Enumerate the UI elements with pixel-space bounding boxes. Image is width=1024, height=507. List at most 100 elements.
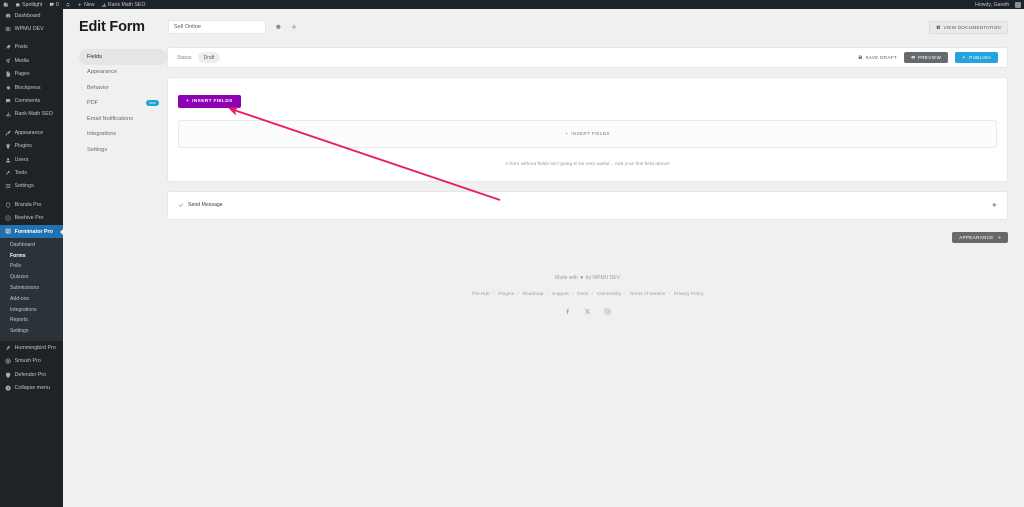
- sidebar-item-appearance[interactable]: Appearance: [0, 126, 63, 139]
- tab-email-notifications[interactable]: Email Notifications: [79, 111, 167, 127]
- sidebar-label: Dashboard: [14, 12, 41, 19]
- smush-icon: [5, 358, 11, 364]
- submenu-item-quizzes[interactable]: Quizzes: [0, 273, 63, 284]
- bottom-nav-row: APPEARANCE: [167, 220, 1008, 244]
- sidebar-item-pages[interactable]: Pages: [0, 68, 63, 81]
- publish-button[interactable]: PUBLISH: [955, 51, 998, 64]
- updates-button[interactable]: [62, 0, 74, 9]
- sidebar-item-branda-pro[interactable]: Branda Pro: [0, 198, 63, 211]
- footer-link-roadmap[interactable]: Roadmap: [523, 292, 544, 297]
- submenu-item-integrations[interactable]: Integrations: [0, 305, 63, 316]
- preview-button[interactable]: PREVIEW: [903, 51, 949, 64]
- new-content-button[interactable]: New: [74, 0, 98, 9]
- insert-fields-dropzone[interactable]: + INSERT FIELDS: [178, 119, 997, 148]
- tab-pdf[interactable]: PDF New: [79, 96, 167, 112]
- sidebar-item-plugins[interactable]: Plugins: [0, 140, 63, 153]
- plus-icon: +: [186, 99, 190, 104]
- x-twitter-icon[interactable]: [584, 308, 591, 315]
- sidebar-label: Beehive Pro: [14, 215, 44, 222]
- footer-link-plugins[interactable]: Plugins: [498, 292, 514, 297]
- footer-link-terms-of-service[interactable]: Terms of Service: [630, 292, 666, 297]
- footer-link-support[interactable]: Support: [552, 292, 569, 297]
- footer-link-docs[interactable]: Docs: [577, 292, 588, 297]
- sidebar-item-forminator-pro[interactable]: Forminator Pro: [0, 224, 63, 239]
- submenu-item-settings[interactable]: Settings: [0, 327, 63, 338]
- tab-behavior[interactable]: Behavior: [79, 80, 167, 96]
- submenu-item-polls[interactable]: Polls: [0, 262, 63, 273]
- sidebar-label: Blockpress: [14, 84, 41, 91]
- media-icon: [5, 58, 11, 64]
- book-icon: [936, 25, 941, 30]
- facebook-icon[interactable]: [564, 308, 571, 315]
- wp-admin-bar: Spotlight 0 New Rank Math SEO Howdy, Gar…: [0, 0, 1024, 9]
- footer-link-the-hub[interactable]: The Hub: [471, 292, 489, 297]
- appearance-next-button[interactable]: APPEARANCE: [952, 231, 1008, 244]
- my-account-button[interactable]: Howdy, Gareth: [972, 0, 1013, 9]
- page-title: Edit Form: [79, 19, 145, 35]
- page-icon: [5, 71, 11, 77]
- sidebar-label: Plugins: [14, 143, 32, 150]
- settings-tabs: Fields Appearance Behavior PDF New Email…: [79, 47, 167, 315]
- sidebar-item-blockpress[interactable]: Blockpress: [0, 81, 63, 94]
- publish-icon: [962, 55, 966, 60]
- form-settings-gear-icon[interactable]: [274, 23, 282, 31]
- site-name-button[interactable]: Spotlight: [12, 0, 46, 9]
- sidebar-item-beehive-pro[interactable]: Beehive Pro: [0, 211, 63, 224]
- tab-settings[interactable]: Settings: [79, 142, 167, 158]
- tab-label: Behavior: [87, 84, 110, 91]
- add-form-plus-icon[interactable]: [290, 23, 298, 31]
- comments-bubble-button[interactable]: 0: [46, 0, 62, 9]
- admin-sidebar: Dashboard WPMU DEV Posts Media Pages Blo…: [0, 9, 63, 507]
- hummingbird-icon: [5, 345, 11, 351]
- submenu-item-reports[interactable]: Reports: [0, 316, 63, 327]
- sidebar-item-settings[interactable]: Settings: [0, 180, 63, 193]
- view-documentation-button[interactable]: VIEW DOCUMENTATION: [929, 20, 1008, 34]
- sidebar-item-defender-pro[interactable]: Defender Pro: [0, 368, 63, 381]
- tab-integrations[interactable]: Integrations: [79, 127, 167, 143]
- form-name-input[interactable]: Sell Online: [167, 20, 266, 34]
- tab-fields[interactable]: Fields: [79, 49, 167, 65]
- sidebar-item-dashboard[interactable]: Dashboard: [0, 9, 63, 22]
- submenu-item-dashboard[interactable]: Dashboard: [0, 240, 63, 251]
- sidebar-item-rank-math-seo[interactable]: Rank Math SEO: [0, 108, 63, 121]
- sidebar-item-collapse-menu[interactable]: Collapse menu: [0, 381, 63, 394]
- main-content: Edit Form Sell Online VIEW DOCUMENTATION…: [63, 9, 1024, 507]
- sidebar-label: Appearance: [14, 129, 44, 136]
- sidebar-item-hummingbird-pro[interactable]: Hummingbird Pro: [0, 341, 63, 354]
- status-bar-actions: SAVE DRAFT PREVIEW PUBLISH: [858, 51, 998, 64]
- branda-icon: [5, 202, 11, 208]
- sidebar-label: Defender Pro: [14, 371, 47, 378]
- submenu-item-submissions[interactable]: Submissions: [0, 283, 63, 294]
- instagram-icon[interactable]: [604, 308, 611, 315]
- social-links: [167, 308, 1008, 315]
- wp-logo-button[interactable]: [0, 0, 12, 9]
- sidebar-item-posts[interactable]: Posts: [0, 41, 63, 54]
- footer-link-privacy-policy[interactable]: Privacy Policy: [674, 292, 704, 297]
- tab-label: PDF: [87, 100, 99, 107]
- tab-appearance[interactable]: Appearance: [79, 65, 167, 81]
- rank-math-label: Rank Math SEO: [107, 1, 146, 8]
- submenu-item-add-ons[interactable]: Add-ons: [0, 294, 63, 305]
- sidebar-label: Media: [14, 57, 30, 64]
- rank-math-seo-button[interactable]: Rank Math SEO: [98, 0, 149, 9]
- separator: /: [624, 292, 626, 298]
- sidebar-item-tools[interactable]: Tools: [0, 166, 63, 179]
- save-draft-button[interactable]: SAVE DRAFT: [858, 52, 897, 64]
- sidebar-item-comments[interactable]: Comments: [0, 94, 63, 107]
- separator: /: [546, 292, 549, 298]
- tab-label: Integrations: [87, 131, 117, 138]
- sidebar-item-media[interactable]: Media: [0, 54, 63, 67]
- sidebar-item-users[interactable]: Users: [0, 153, 63, 166]
- footer-link-community[interactable]: Community: [597, 292, 621, 297]
- submenu-item-forms[interactable]: Forms: [0, 251, 63, 262]
- status-bar: Status: Draft SAVE DRAFT PREVIEW PUBLISH: [167, 47, 1008, 68]
- gear-icon: [5, 85, 11, 91]
- tab-label: Email Notifications: [87, 115, 134, 122]
- sidebar-item-wpmu-dev[interactable]: WPMU DEV: [0, 22, 63, 35]
- send-message-gear-icon[interactable]: [991, 202, 997, 208]
- insert-fields-button[interactable]: + INSERT FIELDS: [178, 95, 241, 108]
- eye-icon: [911, 55, 916, 59]
- avatar[interactable]: [1015, 1, 1021, 8]
- sidebar-item-smush-pro[interactable]: Smush Pro: [0, 355, 63, 368]
- send-message-action-row[interactable]: Send Message: [167, 190, 1008, 220]
